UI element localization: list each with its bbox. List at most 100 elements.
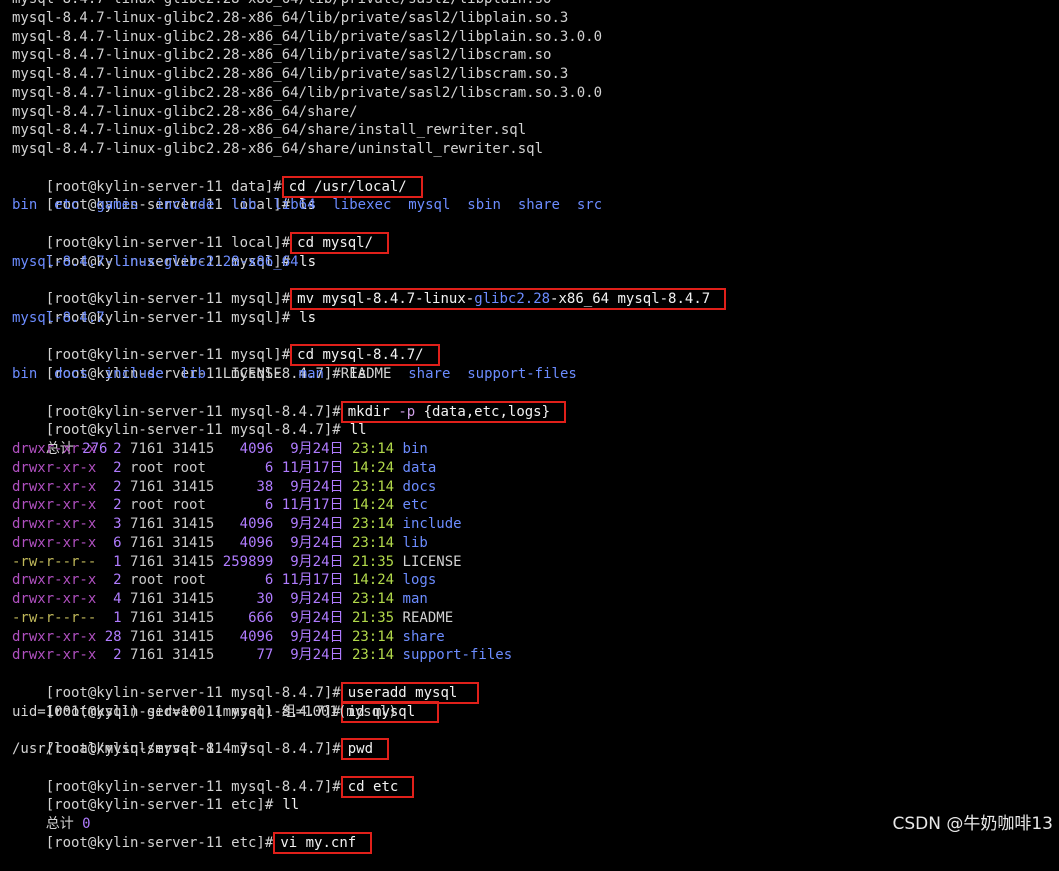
extract-line: mysql-8.4.7-linux-glibc2.28-x86_64/share… — [12, 103, 358, 120]
command-line: [root@kylin-server-11 mysql]# ls — [45, 253, 317, 270]
dir-entry: lib64 — [273, 197, 316, 214]
command-line: [root@kylin-server-11 data]# cd /usr/loca… — [12, 159, 1059, 198]
owner: root — [130, 497, 164, 514]
dir-entry: docs — [402, 478, 437, 495]
permissions: drwxr-xr-x — [12, 572, 97, 589]
extract-line: mysql-8.4.7-linux-glibc2.28-x86_64/share… — [12, 141, 544, 157]
ll-listing: drwxr-xr-x 2 7161 31415 4096 9月24日 23:14… — [12, 440, 1059, 665]
group: root — [172, 459, 215, 476]
highlighted-command: vi my.cnf — [273, 831, 373, 854]
date: 9月24日 — [281, 647, 344, 664]
command-line: [root@kylin-server-11 mysql-8.4.7]# id my… — [12, 684, 1059, 723]
extract-line: mysql-8.4.7-linux-glibc2.28-x86_64/lib/p… — [12, 28, 603, 45]
ll-row: drwxr-xr-x 2 7161 31415 4096 9月24日 23:14… — [12, 440, 1059, 459]
dir-entry: data — [402, 459, 437, 476]
dir-entry: support-files — [467, 366, 577, 382]
file-size: 4096 — [222, 534, 274, 551]
ll-row: drwxr-xr-x 2 root root 6 11月17日 14:24 et… — [12, 496, 1059, 515]
command-line: [root@kylin-server-11 mysql-8.4.7]# mkdir… — [12, 384, 1059, 423]
link-count: 2 — [104, 572, 122, 589]
extract-line: mysql-8.4.7-linux-glibc2.28-x86_64/lib/p… — [12, 66, 569, 82]
ls-output: mysql-8.4.7-linux-glibc2.28-x86_64 — [12, 253, 299, 270]
owner: 7161 — [130, 516, 164, 532]
time: 23:14 — [351, 478, 395, 495]
link-count: 28 — [104, 628, 122, 645]
permissions: drwxr-xr-x — [12, 591, 97, 607]
owner: 7161 — [130, 609, 164, 626]
file-size: 259899 — [222, 553, 274, 570]
owner: 7161 — [130, 628, 164, 645]
group: 31415 — [172, 534, 215, 551]
link-count: 2 — [104, 647, 122, 664]
link-count: 6 — [104, 534, 122, 551]
permissions: drwxr-xr-x — [12, 459, 97, 476]
prompt: [root@kylin-server-11 etc] — [45, 834, 265, 851]
group: 31415 — [172, 647, 215, 664]
permissions: -rw-r--r-- — [12, 609, 97, 626]
group: 31415 — [172, 628, 215, 645]
dir-entry: bin — [12, 197, 38, 214]
date: 9月24日 — [281, 516, 344, 532]
time: 23:14 — [351, 647, 395, 664]
id-output: uid=1001(mysql) gid=1001(mysql) 组=1001(m… — [12, 703, 397, 720]
time: 23:14 — [351, 628, 395, 645]
command-line: [root@kylin-server-11 etc]# ll — [45, 797, 300, 814]
permissions: drwxr-xr-x — [12, 497, 97, 514]
ll-row: drwxr-xr-x 3 7161 31415 4096 9月24日 23:14… — [12, 515, 1059, 534]
ll-row: -rw-r--r-- 1 7161 31415 259899 9月24日 21:… — [12, 553, 1059, 572]
time: 23:14 — [351, 591, 395, 607]
dir-entry: share — [517, 197, 560, 214]
link-count: 2 — [104, 497, 122, 514]
permissions: drwxr-xr-x — [12, 478, 97, 495]
date: 9月24日 — [281, 609, 344, 626]
ll-row: drwxr-xr-x 4 7161 31415 30 9月24日 23:14 m… — [12, 590, 1059, 609]
ls-output: mysql-8.4.7 — [12, 309, 105, 326]
ll-row: drwxr-xr-x 28 7161 31415 4096 9月24日 23:1… — [12, 628, 1059, 647]
dir-entry: src — [576, 197, 603, 214]
link-count: 2 — [104, 459, 122, 476]
permissions: drwxr-xr-x — [12, 441, 97, 457]
date: 9月24日 — [281, 441, 344, 457]
ll-row: drwxr-xr-x 2 root root 6 11月17日 14:24 da… — [12, 459, 1059, 478]
command-line: [root@kylin-server-11 mysql]# ls — [45, 309, 317, 326]
date: 11月17日 — [281, 459, 344, 476]
dir-entry: include — [104, 366, 164, 382]
dir-entry: man — [298, 366, 324, 382]
dir-entry: include — [155, 197, 215, 214]
file-size: 77 — [222, 647, 274, 664]
terminal-output[interactable]: mysql-8.4.7-linux-glibc2.28-x86_64/lib/p… — [12, 0, 1059, 854]
dir-entry: include — [402, 516, 462, 532]
time: 14:24 — [351, 497, 395, 514]
extract-line: mysql-8.4.7-linux-glibc2.28-x86_64/lib/p… — [12, 9, 569, 26]
dir-entry: man — [402, 591, 428, 607]
ll-row: drwxr-xr-x 2 7161 31415 77 9月24日 23:14 s… — [12, 646, 1059, 665]
file-size: 6 — [222, 459, 274, 476]
dir-entry: lib — [180, 366, 206, 382]
link-count: 2 — [104, 478, 122, 495]
group: 31415 — [172, 478, 215, 495]
extract-line: mysql-8.4.7-linux-glibc2.28-x86_64/lib/p… — [12, 0, 1059, 9]
command-line: [root@kylin-server-11 mysql-8.4.7]# cd et… — [12, 759, 1059, 798]
file-size: 38 — [222, 478, 274, 495]
dir-entry: lib — [231, 197, 257, 214]
command-line: [root@kylin-server-11 mysql]# cd mysql-8.… — [12, 328, 1059, 367]
dir-entry: libexec — [332, 197, 392, 214]
ll-row: drwxr-xr-x 6 7161 31415 4096 9月24日 23:14… — [12, 534, 1059, 553]
permissions: drwxr-xr-x — [12, 516, 97, 532]
group: 31415 — [172, 516, 215, 532]
dir-entry: logs — [402, 572, 437, 589]
link-count: 1 — [104, 609, 122, 626]
file-size: 666 — [222, 609, 274, 626]
time: 21:35 — [351, 553, 395, 570]
time: 21:35 — [351, 609, 395, 626]
dir-entry: share — [402, 628, 445, 645]
file-size: 6 — [222, 572, 274, 589]
dir-entry: mysql — [408, 197, 451, 214]
dir-entry: etc — [402, 497, 428, 514]
command-line: [root@kylin-server-11 mysql-8.4.7]# pwd — [12, 721, 1059, 760]
file-entry: LICENSE — [222, 366, 282, 382]
time: 14:24 — [351, 459, 395, 476]
dir-entry: etc — [54, 197, 80, 214]
extract-line: mysql-8.4.7-linux-glibc2.28-x86_64/share… — [12, 122, 527, 139]
command-line: [root@kylin-server-11 mysql-8.4.7]# ll — [45, 422, 367, 439]
